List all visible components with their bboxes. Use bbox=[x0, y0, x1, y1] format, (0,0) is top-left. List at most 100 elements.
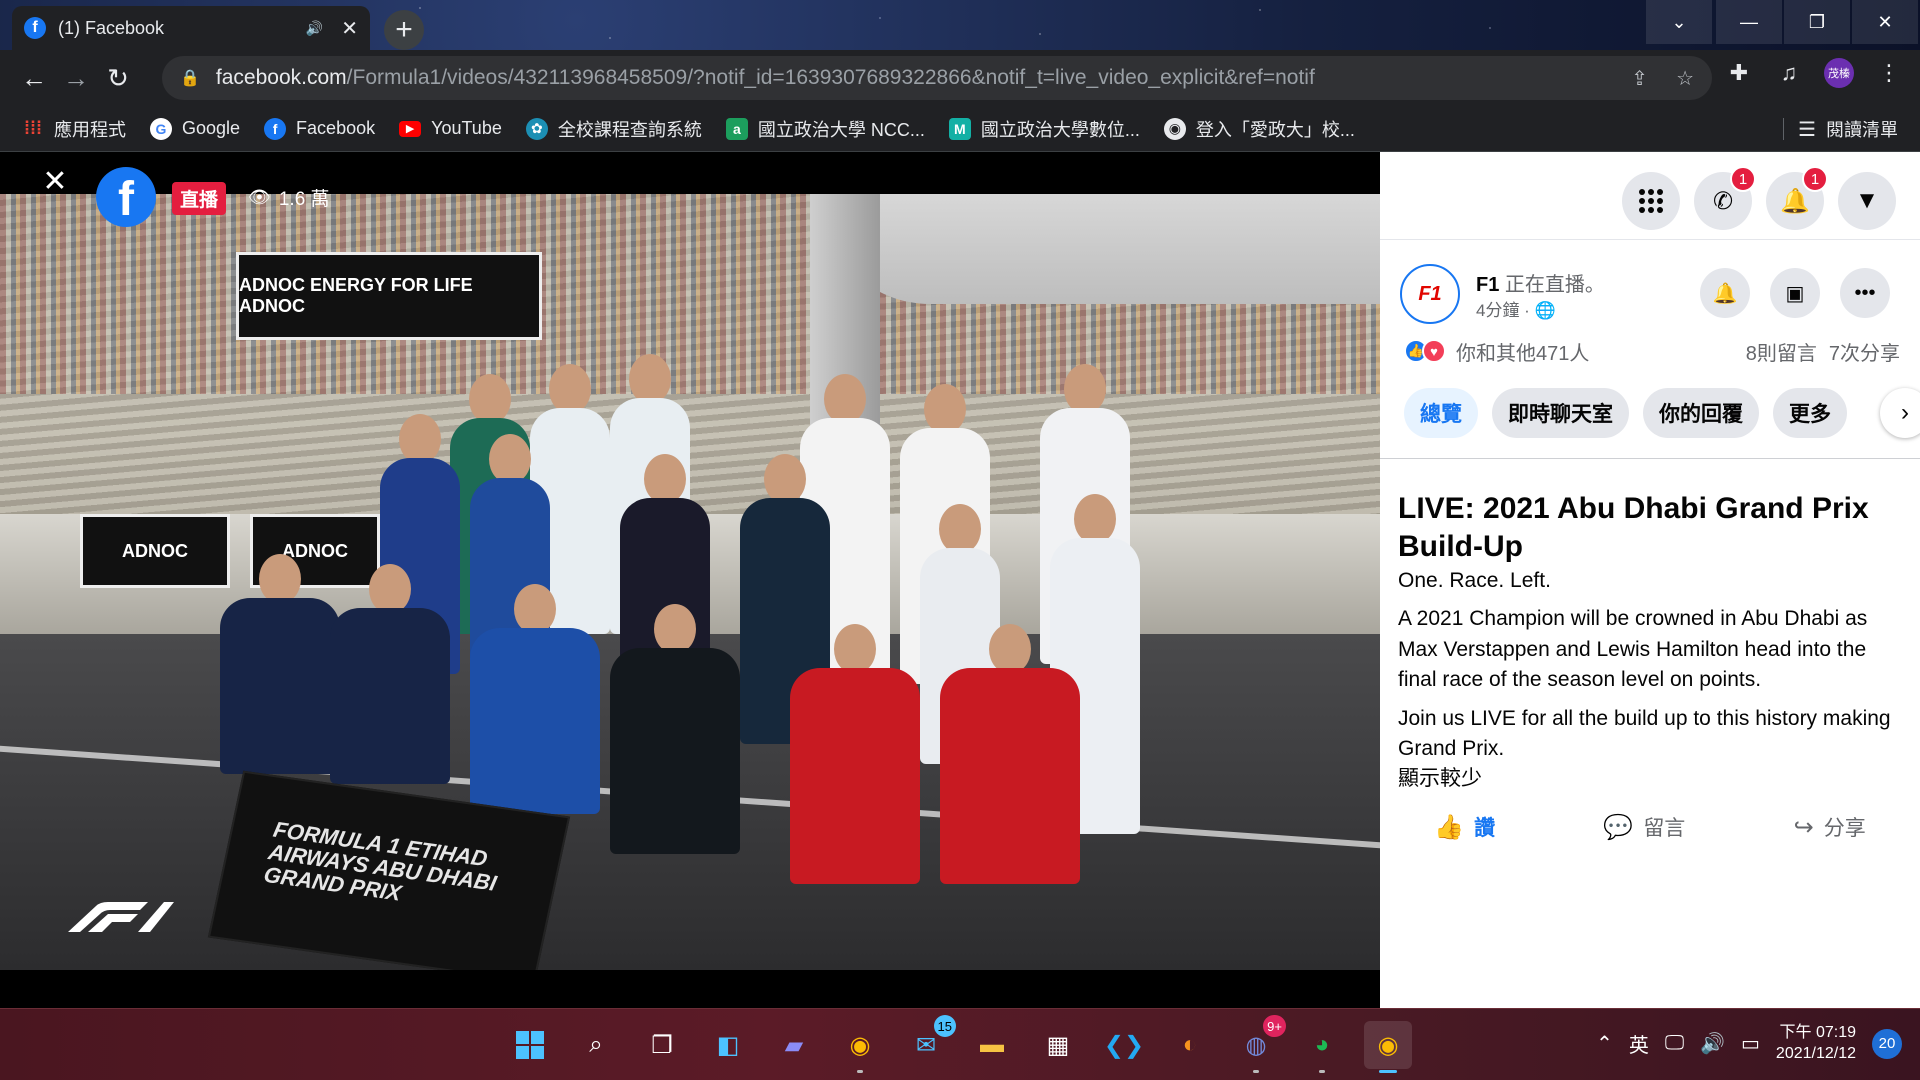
bookmark-label: 登入「愛政大」校... bbox=[1195, 119, 1355, 140]
f1-logo-icon: F1 bbox=[1418, 282, 1442, 305]
mail-button[interactable]: ✉ 15 bbox=[902, 1015, 956, 1069]
adnoc-banner: ADNOC ENERGY FOR LIFE ADNOC bbox=[236, 252, 542, 340]
back-arrow-icon[interactable]: ← bbox=[14, 58, 54, 98]
messenger-button[interactable]: ✆ 1 bbox=[1694, 166, 1756, 230]
url-path: /Formula1/videos/432113968458509/?notif_… bbox=[346, 66, 1315, 89]
battery-icon[interactable]: ▭ bbox=[1741, 1031, 1760, 1056]
reload-icon[interactable]: ↻ bbox=[98, 58, 138, 98]
clock[interactable]: 下午 07:19 2021/12/12 bbox=[1776, 1023, 1856, 1065]
more-options-button[interactable]: ••• bbox=[1840, 268, 1890, 318]
speaker-icon[interactable]: 🔊 bbox=[306, 20, 323, 37]
piano-app-button[interactable]: ▦ bbox=[1034, 1021, 1082, 1069]
notification-center-badge[interactable]: 20 bbox=[1872, 1028, 1902, 1059]
chrome-button[interactable]: ◉ bbox=[836, 1021, 884, 1073]
file-explorer-button[interactable]: ▬ bbox=[968, 1021, 1016, 1069]
bookmark-ilove-nccu[interactable]: ◉ 登入「愛政大」校... bbox=[1163, 116, 1355, 142]
widgets-button[interactable]: ◧ bbox=[704, 1021, 752, 1069]
account-menu-button[interactable]: ▼ bbox=[1838, 172, 1896, 230]
spotify-button[interactable]: ◕ bbox=[1298, 1021, 1346, 1073]
chevron-up-icon[interactable]: ⌃ bbox=[1596, 1031, 1613, 1056]
comment-bubble-icon: 💬 bbox=[1603, 813, 1634, 841]
chrome-profile-button[interactable]: ◉ bbox=[1364, 1021, 1412, 1073]
notifications-button[interactable]: 🔔 1 bbox=[1766, 166, 1828, 230]
shares-count[interactable]: 7次分享 bbox=[1829, 337, 1900, 366]
close-window-button[interactable]: ✕ bbox=[1852, 0, 1918, 44]
comment-button[interactable]: 💬 留言 bbox=[1603, 812, 1685, 842]
windows-taskbar: ⌕ ❐ ◧ ▰ ◉ ✉ 15 ▬ ▦ ❮❯ ◐ ◍ 9+ ◕ ◉ ⌃ 英 🖵 🔊… bbox=[0, 1008, 1920, 1080]
kebab-menu-icon[interactable]: ⋮ bbox=[1874, 60, 1904, 86]
browser-tab-facebook[interactable]: f (1) Facebook 🔊 ✕ bbox=[12, 6, 370, 50]
tab-your-replies[interactable]: 你的回覆 bbox=[1643, 388, 1759, 438]
task-view-button[interactable]: ❐ bbox=[638, 1021, 686, 1069]
teams-chat-icon: ▰ bbox=[784, 1031, 804, 1059]
lock-icon[interactable]: 🔒 bbox=[180, 68, 200, 88]
bookmark-course-query[interactable]: ✿ 全校課程查詢系統 bbox=[525, 116, 702, 142]
widgets-icon: ◧ bbox=[716, 1031, 740, 1059]
mail-icon: ✉ bbox=[915, 1031, 937, 1059]
facebook-logo-icon[interactable]: f bbox=[96, 167, 156, 227]
video-player[interactable]: ADNOC ENERGY FOR LIFE ADNOC ADNOC ADNOC bbox=[0, 152, 1380, 1008]
driver-figure bbox=[470, 584, 600, 814]
thumbs-up-icon: 👍 bbox=[1434, 813, 1465, 841]
close-tab-icon[interactable]: ✕ bbox=[341, 16, 358, 41]
vscode-button[interactable]: ❮❯ bbox=[1100, 1021, 1148, 1069]
close-video-icon[interactable]: ✕ bbox=[38, 164, 72, 198]
viewer-count-label: 1.6 萬 bbox=[278, 189, 330, 210]
comments-count[interactable]: 8則留言 bbox=[1746, 337, 1817, 366]
minimize-window-button[interactable]: — bbox=[1716, 0, 1782, 44]
f1-page-avatar[interactable]: F1 bbox=[1400, 264, 1460, 324]
menu-grid-button[interactable] bbox=[1622, 172, 1680, 230]
tab-title: (1) Facebook bbox=[58, 17, 165, 38]
comment-label: 留言 bbox=[1643, 817, 1686, 840]
tab-live-chat[interactable]: 即時聊天室 bbox=[1492, 388, 1629, 438]
bookmark-star-icon[interactable]: ☆ bbox=[1676, 66, 1694, 91]
profile-avatar[interactable]: 茂榛 bbox=[1824, 58, 1854, 88]
share-button[interactable]: ↪ 分享 bbox=[1794, 812, 1866, 842]
bell-icon: 🔔 bbox=[1712, 282, 1738, 305]
new-tab-button[interactable]: + bbox=[384, 10, 424, 50]
post-paragraph: Join us LIVE for all the build up to thi… bbox=[1398, 706, 1891, 761]
save-video-button[interactable]: ▣ bbox=[1770, 268, 1820, 318]
restore-window-button[interactable]: ❐ bbox=[1784, 0, 1850, 44]
like-button[interactable]: 👍 讚 bbox=[1434, 812, 1495, 842]
tab-overview[interactable]: 總覽 bbox=[1404, 388, 1478, 438]
address-bar[interactable]: 🔒 facebook.com/Formula1/videos/432113968… bbox=[162, 56, 1712, 100]
vscode-icon: ❮❯ bbox=[1103, 1031, 1145, 1059]
bookmark-moodle[interactable]: M 國立政治大學數位... bbox=[948, 116, 1140, 142]
volume-icon[interactable]: 🔊 bbox=[1700, 1031, 1725, 1056]
tab-search-chevron-icon[interactable]: ⌄ bbox=[1646, 0, 1712, 44]
media-control-icon[interactable]: ♫ bbox=[1774, 60, 1804, 86]
driver-figure bbox=[610, 604, 740, 854]
teams-chat-button[interactable]: ▰ bbox=[770, 1021, 818, 1069]
page-name-link[interactable]: F1 bbox=[1476, 274, 1499, 296]
reactions-text[interactable]: 你和其他471人 bbox=[1456, 337, 1589, 366]
extensions-puzzle-icon[interactable]: ✚ bbox=[1724, 60, 1754, 86]
bookmark-facebook[interactable]: f Facebook bbox=[264, 117, 375, 140]
discord-button[interactable]: ◍ 9+ bbox=[1232, 1015, 1286, 1073]
ime-indicator[interactable]: 英 bbox=[1629, 1029, 1649, 1058]
start-button[interactable] bbox=[506, 1021, 554, 1069]
follow-bell-button[interactable]: 🔔 bbox=[1700, 268, 1750, 318]
eye-icon: 👁 bbox=[248, 187, 271, 207]
reactions-summary[interactable]: 👍 ♥ 你和其他471人 8則留言 7次分享 bbox=[1404, 336, 1900, 366]
bookmark-label: 國立政治大學 NCC... bbox=[757, 119, 925, 140]
tab-more[interactable]: 更多 bbox=[1773, 388, 1847, 438]
messenger-icon: ✆ bbox=[1712, 187, 1734, 215]
spotify-icon: ◕ bbox=[1314, 1031, 1330, 1058]
reading-list-label: 閱讀清單 bbox=[1826, 120, 1898, 140]
bookmark-nccu[interactable]: a 國立政治大學 NCC... bbox=[725, 116, 925, 142]
post-timestamp[interactable]: 4分鐘 · 🌐 bbox=[1476, 296, 1556, 321]
share-icon[interactable]: ⇪ bbox=[1631, 66, 1648, 91]
bookmark-google[interactable]: G Google bbox=[150, 117, 240, 140]
search-button[interactable]: ⌕ bbox=[572, 1021, 620, 1069]
show-less-link[interactable]: 顯示較少 bbox=[1398, 762, 1482, 792]
bookmark-youtube[interactable]: ▶ YouTube bbox=[399, 118, 502, 139]
live-video-frame[interactable]: ADNOC ENERGY FOR LIFE ADNOC ADNOC ADNOC bbox=[0, 194, 1380, 970]
eclipse-button[interactable]: ◐ bbox=[1166, 1021, 1214, 1069]
reading-list-button[interactable]: ☰ 閱讀清單 bbox=[1783, 116, 1898, 142]
network-icon[interactable]: 🖵 bbox=[1665, 1032, 1684, 1055]
forward-arrow-icon[interactable]: → bbox=[56, 58, 96, 98]
bookmark-label: 全校課程查詢系統 bbox=[557, 119, 702, 140]
bookmark-apps[interactable]: ⁞⁞⁞ 應用程式 bbox=[22, 116, 126, 142]
moodle-icon: M bbox=[948, 117, 971, 140]
